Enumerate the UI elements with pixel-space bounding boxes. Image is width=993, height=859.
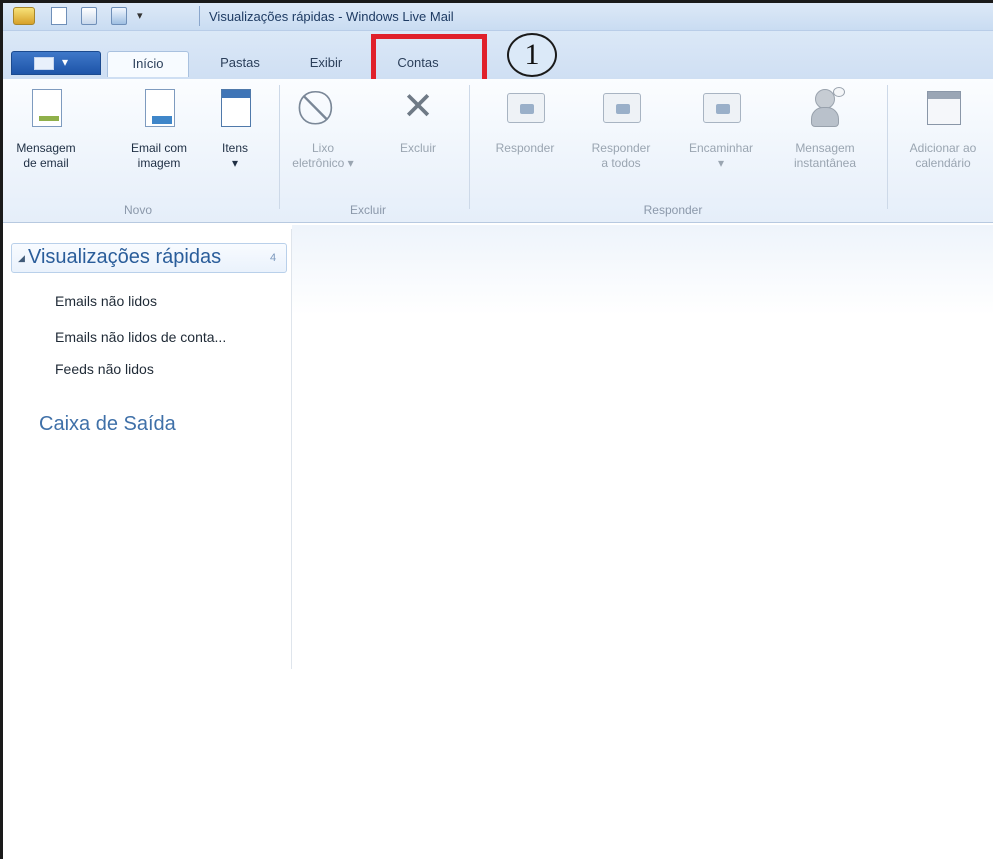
sidebar-item-unread-emails[interactable]: Emails não lidos — [55, 293, 157, 309]
button-label: Responder — [591, 141, 651, 155]
button-label: de email — [23, 156, 69, 170]
group-label-responder: Responder — [643, 203, 703, 217]
button-label: Mensagem — [16, 141, 76, 155]
ribbon-tab-row: ▾ Início Pastas Exibir Contas — [3, 31, 993, 79]
instant-message-icon — [805, 87, 845, 131]
message-list-area — [292, 225, 993, 859]
sidebar-item-unread-feeds[interactable]: Feeds não lidos — [55, 361, 154, 377]
photo-email-icon — [139, 87, 179, 131]
tab-exibir[interactable]: Exibir — [289, 51, 363, 77]
button-label: Email com — [130, 141, 187, 155]
button-label: Itens — [221, 141, 248, 155]
button-label: Encaminhar — [688, 141, 754, 155]
photo-email-button[interactable]: Email com imagem — [119, 87, 199, 171]
button-label: instantânea — [793, 156, 857, 170]
reply-quick-icon[interactable] — [81, 7, 97, 25]
add-to-calendar-icon — [923, 87, 963, 131]
quick-views-title: Visualizações rápidas — [28, 246, 222, 268]
new-message-quick-icon[interactable] — [51, 7, 67, 25]
button-label: Adicionar ao — [909, 141, 977, 155]
folder-pane: ◢ Visualizações rápidas 4 Emails não lid… — [3, 225, 290, 859]
group-label-excluir: Excluir — [349, 203, 386, 217]
button-label: imagem — [137, 156, 181, 170]
delete-button[interactable]: ✕ Excluir — [387, 87, 449, 156]
forward-icon — [701, 87, 741, 131]
button-label: Responder — [495, 141, 555, 155]
quick-access-dropdown-icon[interactable]: ▾ — [137, 9, 143, 22]
button-label: Mensagem — [795, 141, 855, 155]
chevron-down-icon: ▾ — [62, 55, 69, 69]
email-message-button[interactable]: Mensagem de email — [5, 87, 87, 171]
add-to-calendar-button[interactable]: Adicionar ao calendário — [895, 87, 991, 171]
quick-views-count: 4 — [270, 252, 277, 264]
instant-message-button[interactable]: Mensagem instantânea — [775, 87, 875, 171]
button-label: calendário — [915, 156, 971, 170]
reply-all-button[interactable]: Responder a todos — [573, 87, 669, 171]
junk-button[interactable]: ⃠ Lixo eletrônico ▾ — [285, 87, 361, 171]
button-label: ▾ — [717, 156, 725, 170]
title-bar: ▾ Visualizações rápidas - Windows Live M… — [3, 3, 993, 31]
windows-live-mail-icon[interactable] — [13, 7, 35, 25]
button-label: eletrônico ▾ — [292, 156, 354, 170]
button-label: ▾ — [231, 156, 239, 170]
file-menu-icon — [34, 57, 54, 70]
group-separator — [887, 85, 888, 209]
email-message-icon — [26, 87, 66, 131]
group-separator — [279, 85, 280, 209]
button-label: a todos — [601, 156, 641, 170]
sidebar-item-outbox[interactable]: Caixa de Saída — [39, 413, 176, 436]
sidebar-item-unread-contacts-emails[interactable]: Emails não lidos de conta... — [55, 329, 226, 345]
calendar-items-icon — [215, 87, 255, 131]
tab-pastas[interactable]: Pastas — [203, 51, 277, 77]
window-title: Visualizações rápidas - Windows Live Mai… — [209, 9, 454, 24]
app-window: ▾ Visualizações rápidas - Windows Live M… — [0, 0, 993, 859]
button-label: Excluir — [399, 141, 436, 155]
ribbon: Mensagem de email Email com imagem Itens… — [3, 79, 993, 223]
group-label-novo: Novo — [123, 203, 152, 217]
button-label: Lixo — [311, 141, 334, 155]
junk-icon: ⃠ — [303, 87, 343, 131]
group-separator — [469, 85, 470, 209]
items-button[interactable]: Itens ▾ — [209, 87, 261, 171]
reply-icon — [505, 87, 545, 131]
forward-button[interactable]: Encaminhar ▾ — [671, 87, 771, 171]
title-separator — [199, 6, 200, 26]
reply-all-icon — [601, 87, 641, 131]
file-menu-button[interactable]: ▾ — [11, 51, 101, 75]
quick-views-header[interactable]: ◢ Visualizações rápidas 4 — [11, 243, 287, 273]
tab-inicio[interactable]: Início — [107, 51, 189, 77]
send-receive-quick-icon[interactable] — [111, 7, 127, 25]
collapse-triangle-icon[interactable]: ◢ — [18, 253, 25, 264]
reply-button[interactable]: Responder — [479, 87, 571, 156]
step-number-badge: 1 — [507, 33, 557, 77]
delete-icon: ✕ — [402, 86, 434, 128]
